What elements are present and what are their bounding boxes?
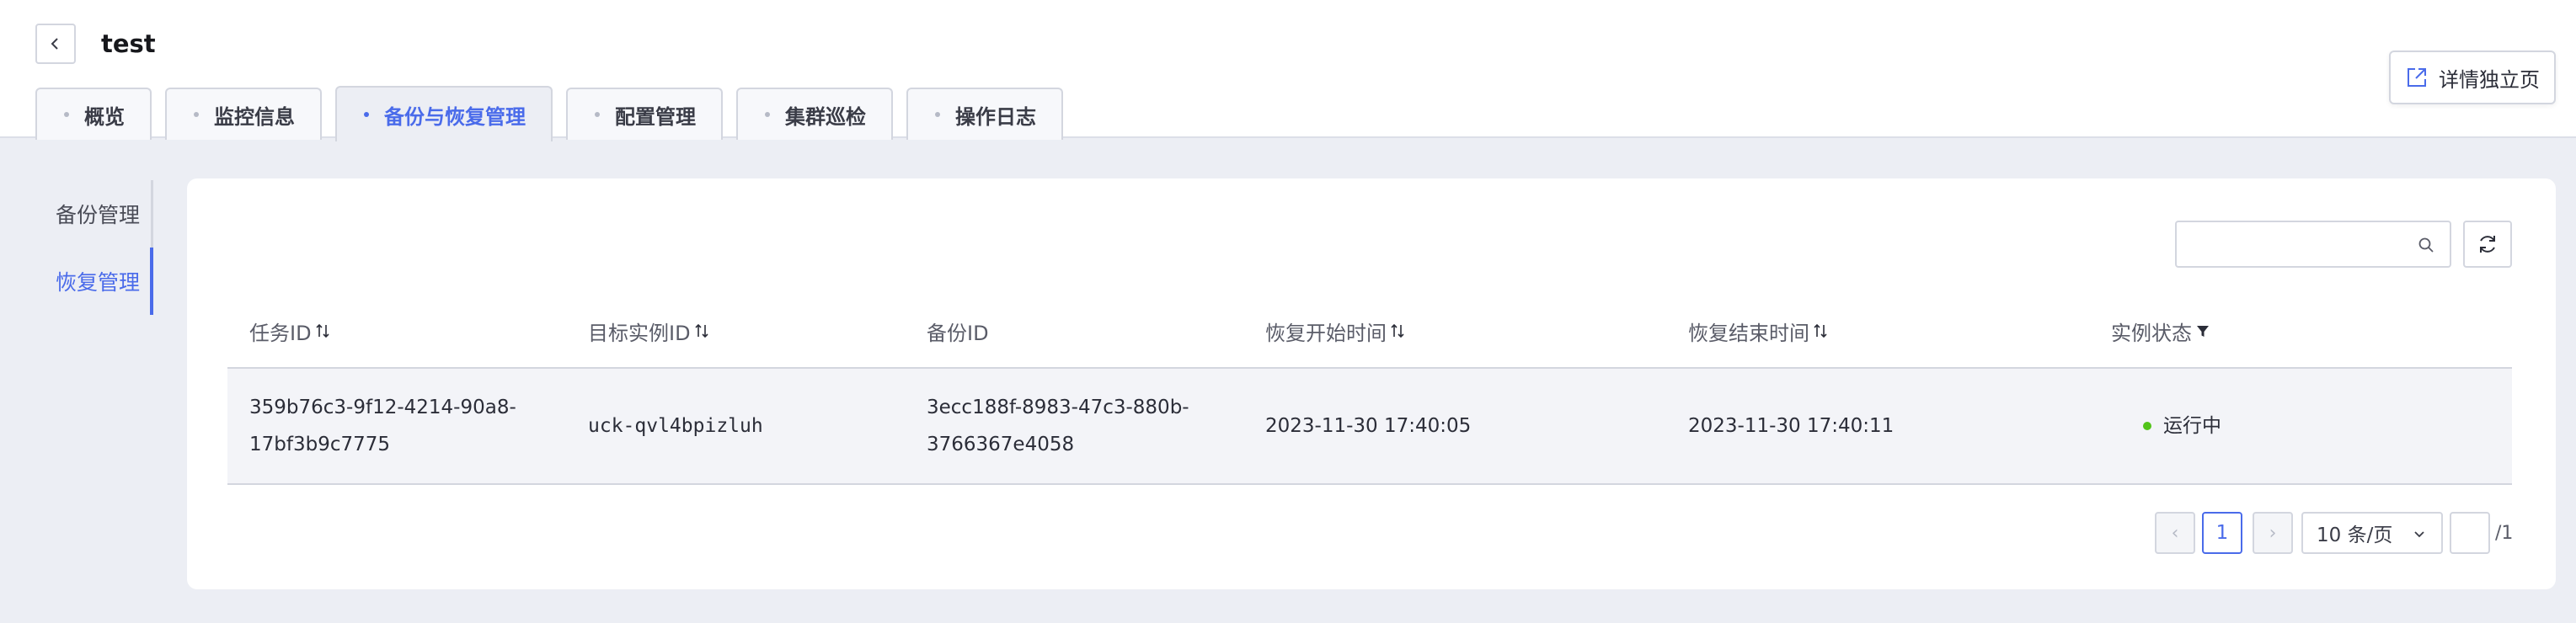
page-header: test 详情独立页 概览 监控信息 备份与恢复管理 配置管理 集群巡检 操作日… xyxy=(0,0,2576,141)
tab-label: 备份与恢复管理 xyxy=(384,104,526,129)
column-header-target-instance-id[interactable]: 目标实例ID xyxy=(566,317,905,346)
prev-page-button[interactable]: ‹ xyxy=(2155,512,2195,554)
column-label: 实例状态 xyxy=(2111,321,2192,345)
tab-operation-log[interactable]: 操作日志 xyxy=(906,88,1063,140)
tab-label: 配置管理 xyxy=(615,104,696,129)
tab-monitoring[interactable]: 监控信息 xyxy=(165,88,322,140)
column-header-restore-end[interactable]: 恢复结束时间 xyxy=(1666,317,2089,346)
sort-icon[interactable] xyxy=(315,322,330,339)
tab-overview[interactable]: 概览 xyxy=(35,88,152,140)
column-header-task-id[interactable]: 任务ID xyxy=(227,317,566,346)
cell-backup-id: 3ecc188f-8983-47c3-880b- 3766367e4058 xyxy=(905,389,1243,463)
chevron-left-icon xyxy=(51,38,58,50)
refresh-button[interactable] xyxy=(2463,221,2512,268)
column-header-instance-status[interactable]: 实例状态 xyxy=(2089,317,2512,346)
page-size-select[interactable]: 10 条/页 xyxy=(2301,512,2443,554)
table-header: 任务ID 目标实例ID 备份ID 恢复开始时间 恢复结束时间 实例状态 xyxy=(227,295,2512,369)
column-header-backup-id: 备份ID xyxy=(905,317,1243,346)
tab-dot xyxy=(765,112,770,117)
tab-label: 操作日志 xyxy=(955,104,1036,129)
side-nav: 备份管理 恢复管理 xyxy=(35,180,153,315)
side-nav-item-restore[interactable]: 恢复管理 xyxy=(35,248,153,315)
table-row: 359b76c3-9f12-4214-90a8- 17bf3b9c7775 uc… xyxy=(227,369,2512,485)
sort-icon[interactable] xyxy=(1813,322,1828,339)
column-label: 恢复开始时间 xyxy=(1265,321,1387,345)
tab-inspection[interactable]: 集群巡检 xyxy=(736,88,893,140)
cell-target-instance-id: uck-qvl4bpizluh xyxy=(588,415,763,437)
tab-config[interactable]: 配置管理 xyxy=(566,88,723,140)
column-label: 目标实例ID xyxy=(588,321,691,345)
page-title: test xyxy=(101,29,156,58)
tab-dot xyxy=(935,112,940,117)
filter-icon[interactable] xyxy=(2195,322,2210,339)
page-jump-field xyxy=(2450,512,2490,554)
page-number-button[interactable]: 1 xyxy=(2202,512,2242,554)
side-nav-item-backup[interactable]: 备份管理 xyxy=(35,180,153,248)
chevron-down-icon xyxy=(2414,531,2424,538)
column-label: 恢复结束时间 xyxy=(1688,321,1809,345)
cell-text: 359b76c3-9f12-4214-90a8- xyxy=(249,397,516,418)
detail-button-label: 详情独立页 xyxy=(2439,67,2540,92)
tab-label: 监控信息 xyxy=(214,104,295,129)
tab-dot xyxy=(194,112,199,117)
search-icon[interactable] xyxy=(2418,237,2434,253)
cell-task-id: 359b76c3-9f12-4214-90a8- 17bf3b9c7775 xyxy=(227,389,566,463)
page-size-label: 10 条/页 xyxy=(2317,524,2393,546)
refresh-icon xyxy=(2480,236,2495,253)
sort-icon[interactable] xyxy=(694,322,709,339)
tab-label: 集群巡检 xyxy=(785,104,866,129)
external-link-icon xyxy=(2408,68,2426,87)
cell-text: 3ecc188f-8983-47c3-880b- xyxy=(927,397,1189,418)
tab-dot xyxy=(64,112,69,117)
column-label: 任务ID xyxy=(249,321,312,345)
cell-text: 17bf3b9c7775 xyxy=(249,434,391,455)
tab-dot xyxy=(364,112,369,117)
cell-text: 3766367e4058 xyxy=(927,434,1075,455)
status-badge: 运行中 xyxy=(2111,407,2512,445)
total-pages-label: /1 xyxy=(2495,522,2514,544)
search-input[interactable] xyxy=(2189,222,2408,264)
tab-bar: 概览 监控信息 备份与恢复管理 配置管理 集群巡检 操作日志 xyxy=(35,86,1063,141)
cell-restore-start: 2023-11-30 17:40:05 xyxy=(1265,415,1472,437)
status-text: 运行中 xyxy=(2163,415,2221,437)
tab-dot xyxy=(595,112,600,117)
restore-table: 任务ID 目标实例ID 备份ID 恢复开始时间 恢复结束时间 实例状态 359b… xyxy=(227,295,2512,485)
tab-label: 概览 xyxy=(84,104,125,129)
column-header-restore-start[interactable]: 恢复开始时间 xyxy=(1243,317,1666,346)
page-jump-input[interactable] xyxy=(2451,514,2488,552)
cell-restore-end: 2023-11-30 17:40:11 xyxy=(1688,415,1895,437)
sort-icon[interactable] xyxy=(1390,322,1405,339)
back-button[interactable] xyxy=(35,24,76,64)
cell-instance-status: 运行中 xyxy=(2089,407,2512,445)
detail-standalone-page-button[interactable]: 详情独立页 xyxy=(2389,51,2556,104)
next-page-button[interactable]: › xyxy=(2253,512,2293,554)
status-dot-icon xyxy=(2143,422,2151,430)
column-label: 备份ID xyxy=(927,321,989,345)
search-box xyxy=(2175,221,2451,268)
tab-backup-restore[interactable]: 备份与恢复管理 xyxy=(335,86,553,141)
